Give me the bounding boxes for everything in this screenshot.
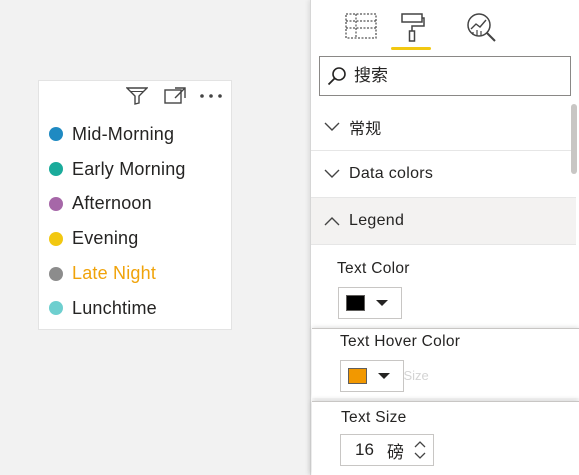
legend-visual[interactable]: Mid-Morning Early Morning Afternoon Even… <box>38 80 232 330</box>
legend-item[interactable]: Afternoon <box>49 187 186 222</box>
legend-label: Late Night <box>72 263 157 284</box>
legend-label: Evening <box>72 228 139 249</box>
tab-format[interactable] <box>391 12 431 50</box>
legend-label: Early Morning <box>72 158 186 179</box>
chevron-down-icon <box>323 165 341 183</box>
legend-label: Afternoon <box>72 193 152 214</box>
legend-item[interactable]: Late Night <box>49 256 186 291</box>
section-label: 常规 <box>349 119 382 138</box>
legend-dot <box>49 162 63 177</box>
format-paint-roller-icon <box>396 12 426 47</box>
tab-fields[interactable] <box>341 12 381 46</box>
text-size-stepper[interactable]: 16 磅 <box>340 434 434 466</box>
more-options-icon[interactable] <box>199 86 223 106</box>
text-size-label: Text Size <box>341 409 407 426</box>
scrollbar-thumb[interactable] <box>571 104 577 174</box>
text-color-picker[interactable] <box>338 287 402 319</box>
legend-dot <box>49 127 63 142</box>
stepper-buttons <box>413 435 427 465</box>
focus-mode-icon[interactable] <box>163 86 187 106</box>
section-label: Data colors <box>349 165 434 182</box>
fields-icon <box>345 12 377 45</box>
text-hover-color-label: Text Hover Color <box>340 333 461 350</box>
text-size-value[interactable]: 16 <box>341 440 387 460</box>
text-color-label: Text Color <box>337 260 410 277</box>
search-box[interactable] <box>319 56 571 96</box>
section-legend[interactable]: Legend <box>311 198 576 245</box>
legend-item[interactable]: Mid-Morning <box>49 117 186 152</box>
section-label: Legend <box>349 212 405 229</box>
legend-dot <box>49 196 63 211</box>
filter-icon[interactable] <box>125 86 149 106</box>
chevron-down-icon <box>323 118 341 136</box>
increment-icon[interactable] <box>413 438 427 450</box>
legend-label: Mid-Morning <box>72 123 175 144</box>
decrement-icon[interactable] <box>413 450 427 462</box>
pane-tabs <box>311 0 579 52</box>
section-data-colors[interactable]: Data colors <box>311 151 576 198</box>
legend-list: Mid-Morning Early Morning Afternoon Even… <box>49 117 186 326</box>
caret-down-icon <box>376 300 388 306</box>
section-general[interactable]: 常规 <box>311 104 576 151</box>
search-input[interactable] <box>354 66 554 86</box>
legend-item[interactable]: Lunchtime <box>49 291 186 326</box>
chevron-up-icon <box>323 212 341 230</box>
tab-analytics[interactable] <box>461 12 501 46</box>
text-hover-color-picker[interactable] <box>340 360 404 392</box>
legend-item[interactable]: Evening <box>49 221 186 256</box>
legend-dot <box>49 266 63 281</box>
format-sections: 常规 Data colors Legend <box>311 104 576 245</box>
legend-item[interactable]: Early Morning <box>49 152 186 187</box>
visual-header <box>39 81 231 111</box>
color-swatch <box>346 295 365 311</box>
legend-label: Lunchtime <box>72 297 157 318</box>
legend-dot <box>49 231 63 246</box>
text-size-unit: 磅 <box>387 442 404 463</box>
search-icon <box>320 57 354 95</box>
legend-dot <box>49 301 63 316</box>
caret-down-icon <box>378 373 390 379</box>
analytics-icon <box>465 12 497 47</box>
color-swatch <box>348 368 367 384</box>
